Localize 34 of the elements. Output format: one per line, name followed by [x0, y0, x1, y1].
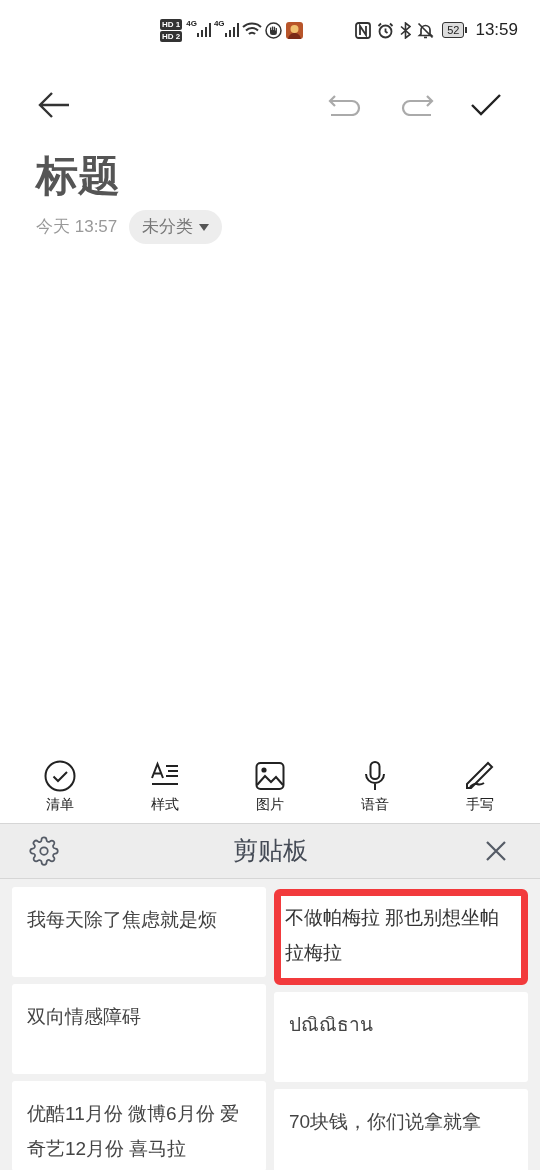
- bluetooth-icon: [400, 21, 412, 39]
- toolbar-button[interactable]: 样式: [125, 748, 206, 815]
- checklist-icon: [44, 760, 77, 792]
- clipboard-item[interactable]: 70块钱，你们说拿就拿: [274, 1089, 528, 1170]
- hand-icon: [264, 21, 282, 39]
- toolbar-button[interactable]: 图片: [230, 748, 310, 815]
- clipboard-item[interactable]: 我每天除了焦虑就是烦: [12, 887, 266, 977]
- network-type: 4G: [213, 19, 225, 29]
- clipboard-title: 剪贴板: [232, 835, 308, 867]
- toolbar-button[interactable]: 语音: [334, 748, 415, 815]
- toolbar-button[interactable]: 手写: [439, 748, 520, 815]
- category-dropdown[interactable]: 未分类: [129, 210, 223, 244]
- app-icon: [285, 21, 303, 39]
- settings-button[interactable]: [28, 835, 60, 867]
- network-type: 4G: [186, 19, 197, 29]
- note-title[interactable]: 标题: [36, 150, 504, 202]
- status-time: 13:59: [475, 19, 518, 42]
- image-icon: [254, 760, 286, 792]
- sim-badge: HD 1: [160, 18, 183, 30]
- sim-badge: HD 2: [160, 30, 183, 42]
- toolbar-button[interactable]: 清单: [20, 748, 101, 815]
- caret-icon: [199, 223, 210, 231]
- alarm-icon: [377, 21, 395, 39]
- nfc-icon: [355, 21, 372, 39]
- clipboard-item[interactable]: 优酷11月份 微博6月份 爱奇艺12月份 喜马拉: [12, 1081, 266, 1170]
- clipboard-item[interactable]: ปณิณิธาน: [274, 992, 528, 1082]
- clipboard-item[interactable]: 双向情感障碍: [12, 984, 266, 1074]
- pen-icon: [463, 760, 496, 792]
- note-date: 今天 13:57: [36, 216, 118, 239]
- signal-icon: [196, 23, 211, 37]
- highlighted-clipboard-item[interactable]: 不做帕梅拉 那也别想坐帕拉梅拉: [274, 889, 528, 985]
- battery-icon: 52: [442, 22, 465, 38]
- muted-bell-icon: [417, 21, 435, 39]
- signal-icon: [224, 23, 239, 37]
